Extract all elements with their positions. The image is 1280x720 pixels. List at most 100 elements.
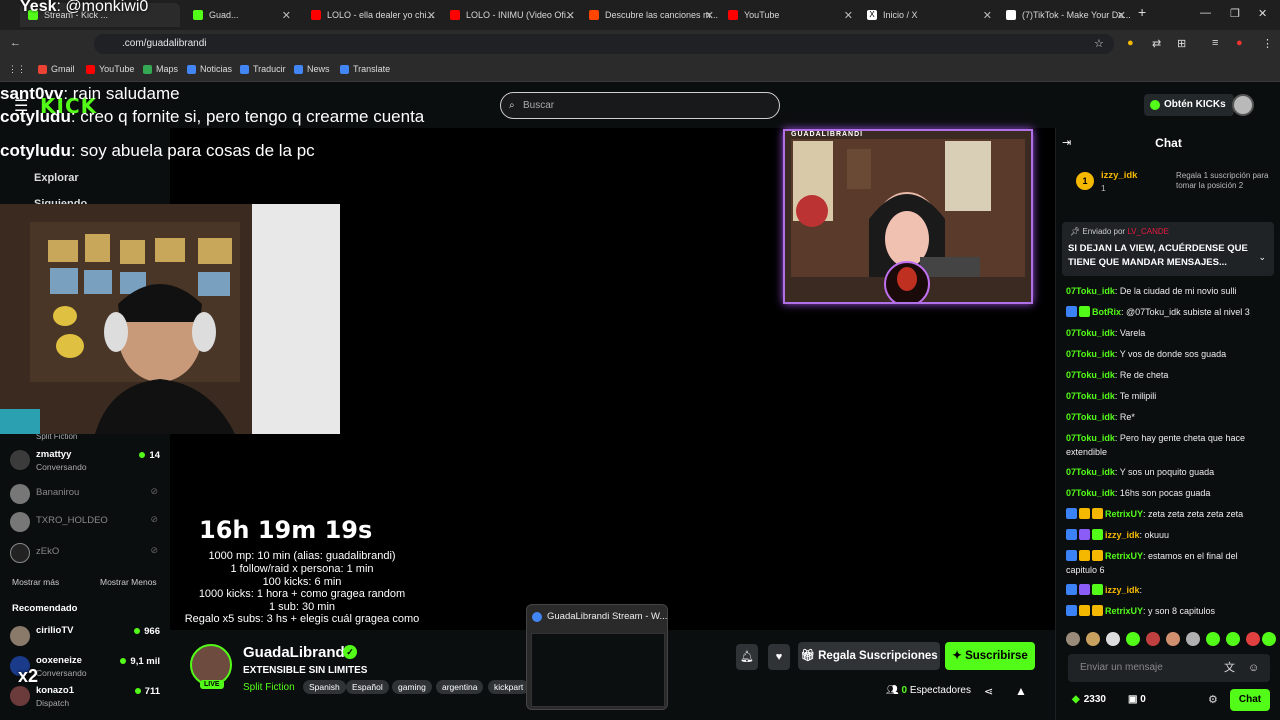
chat-username[interactable]: 07Toku_idk [1066,488,1115,498]
emote-icon[interactable] [1166,632,1180,646]
bookmark-maps[interactable]: Maps [143,64,178,74]
chat-username[interactable]: izzy_idk [1105,585,1140,595]
bookmark-star-icon[interactable]: ☆ [1094,37,1104,50]
stream-category-link[interactable]: Split Fiction [243,682,295,693]
get-kicks-button[interactable]: Obtén KICKs [1144,94,1234,116]
chat-input[interactable]: Enviar un mensaje 文 ☺ [1068,654,1270,682]
tab-7[interactable]: (7)TikTok - Make Your Da... ✕ [1000,3,1130,27]
new-tab-button[interactable]: + [1138,4,1146,20]
tab-3[interactable]: LOLO - INIMU (Video Ofi... ✕ [444,3,579,27]
chat-message[interactable]: 07Toku_idk: Y sos un poquito guada [1066,465,1271,479]
emote-icon[interactable] [1086,632,1100,646]
close-tab-icon[interactable]: ✕ [1117,9,1126,22]
report-icon[interactable]: ▲ [1015,684,1027,698]
url-field[interactable]: .com/guadalibrandi [94,34,1114,54]
chat-username[interactable]: 07Toku_idk [1066,412,1115,422]
emote-icon[interactable] [1106,632,1120,646]
profile-icon[interactable]: ● [1236,37,1243,49]
bookmark-traducir[interactable]: Traducir [240,64,286,74]
tag-pill[interactable]: Español [346,680,389,694]
minimize-icon[interactable]: — [1200,7,1211,19]
search-input[interactable]: ⌕ Buscar [500,92,780,119]
chat-message[interactable]: 07Toku_idk: Pero hay gente cheta que hac… [1066,431,1271,459]
bookmark-youtube[interactable]: YouTube [86,64,134,74]
show-more-link[interactable]: Mostrar más [12,577,59,587]
close-window-icon[interactable]: ✕ [1258,7,1267,20]
emote-icon[interactable] [1262,632,1276,646]
recommended-item[interactable]: konazo1 Dispatch 711 [10,684,160,712]
subscribe-button[interactable]: ✦ Suscribirse [945,642,1035,670]
apps-icon[interactable]: ⋮⋮ [8,64,26,75]
back-icon[interactable]: ← [10,37,21,49]
share-icon[interactable]: ⋖ [984,685,993,698]
chat-username[interactable]: 07Toku_idk [1066,328,1115,338]
emote-icon[interactable] [1146,632,1160,646]
emote-icon[interactable] [1066,632,1080,646]
chat-message[interactable]: 07Toku_idk: De la ciudad de mi novio sul… [1066,284,1271,298]
chevron-down-icon[interactable]: ⌄ [1258,252,1266,263]
chat-username[interactable]: 07Toku_idk [1066,370,1115,380]
chat-message[interactable]: RetrixUY: zeta zeta zeta zeta zeta [1066,507,1271,521]
channel-name[interactable]: GuadaLibrandi [243,644,349,661]
close-tab-icon[interactable]: ✕ [427,9,436,22]
translate-icon[interactable]: ⇄ [1152,37,1161,50]
close-tab-icon[interactable]: ✕ [566,9,575,22]
bookmark-news[interactable]: News [294,64,330,74]
puzzle-icon[interactable]: ⊞ [1177,37,1186,50]
tab-1[interactable]: Guad... ✕ [185,3,295,27]
chat-message[interactable]: 07Toku_idk: Re* [1066,410,1271,424]
chat-username[interactable]: RetrixUY [1105,509,1143,519]
tab-4[interactable]: Descubre las canciones m... ✕ [583,3,718,27]
following-item[interactable]: Bananirou ⊘ [10,482,160,510]
chat-message[interactable]: 07Toku_idk: Varela [1066,326,1271,340]
chat-username[interactable]: BotRix [1092,307,1121,317]
gift-subs-button[interactable]: 🎁︎ Regala Suscripciones [798,642,940,670]
chat-username[interactable]: RetrixUY [1105,606,1143,616]
chat-username[interactable]: izzy_idk [1105,530,1140,540]
emote-icon[interactable] [1126,632,1140,646]
maximize-icon[interactable]: ❐ [1230,7,1240,20]
emote-icon[interactable] [1226,632,1240,646]
bookmark-noticias[interactable]: Noticias [187,64,232,74]
tab-2[interactable]: LOLO - ella dealer yo chi... ✕ [305,3,440,27]
emote-icon[interactable] [1246,632,1260,646]
emote-icon[interactable] [1186,632,1200,646]
close-tab-icon[interactable]: ✕ [983,9,992,22]
close-tab-icon[interactable]: ✕ [282,9,291,22]
extension-icon[interactable]: ● [1127,37,1134,49]
chat-message[interactable]: RetrixUY: estamos en el final del capitu… [1066,549,1271,577]
media-icon[interactable]: ≡ [1212,37,1218,49]
nav-explorar[interactable]: Explorar [34,172,79,184]
follow-heart-button[interactable]: ♥ [768,644,790,670]
pinned-message[interactable]: 📌︎ Enviado por LV_CANDE SI DEJAN LA VIEW… [1062,222,1274,276]
chat-message[interactable]: RetrixUY: y son 8 capitulos [1066,604,1271,618]
tag-pill[interactable]: Spanish [303,680,346,694]
user-avatar[interactable] [1232,94,1254,116]
kicks-balance[interactable]: 2330 [1072,694,1106,705]
chat-username[interactable]: 07Toku_idk [1066,467,1115,477]
following-item[interactable]: TXRO_HOLDEO ⊘ [10,510,160,538]
bookmark-translate[interactable]: Translate [340,64,390,74]
show-less-link[interactable]: Mostrar Menos [100,577,157,587]
chat-message[interactable]: 07Toku_idk: Re de cheta [1066,368,1271,382]
chat-message[interactable]: BotRix: @07Toku_idk subiste al nivel 3 [1066,305,1271,319]
gifter-name[interactable]: izzy_idk [1101,170,1137,181]
emoji-icon[interactable]: ☺ [1248,654,1259,682]
notification-bell-button[interactable]: 🔔︎ [736,644,758,670]
tab-5[interactable]: YouTube ✕ [722,3,857,27]
translate-icon[interactable]: 文 [1224,654,1235,682]
recommended-item[interactable]: cirilioTV 966 [10,624,160,652]
chat-username[interactable]: 07Toku_idk [1066,433,1115,443]
following-item[interactable]: zmattyy Conversando 14 [10,448,160,476]
following-item[interactable]: zEkO ⊘ [10,541,160,569]
tag-pill[interactable]: gaming [392,680,432,694]
close-tab-icon[interactable]: ✕ [844,9,853,22]
chat-username[interactable]: RetrixUY [1105,551,1143,561]
chat-message[interactable]: 07Toku_idk: 16hs son pocas guada [1066,486,1271,500]
menu-kebab-icon[interactable]: ⋮ [1262,37,1273,50]
chat-message[interactable]: izzy_idk: [1066,583,1271,597]
chat-message[interactable]: izzy_idk: okuuu [1066,528,1271,542]
tag-pill[interactable]: argentina [436,680,484,694]
chat-username[interactable]: 07Toku_idk [1066,349,1115,359]
close-tab-icon[interactable]: ✕ [705,9,714,22]
